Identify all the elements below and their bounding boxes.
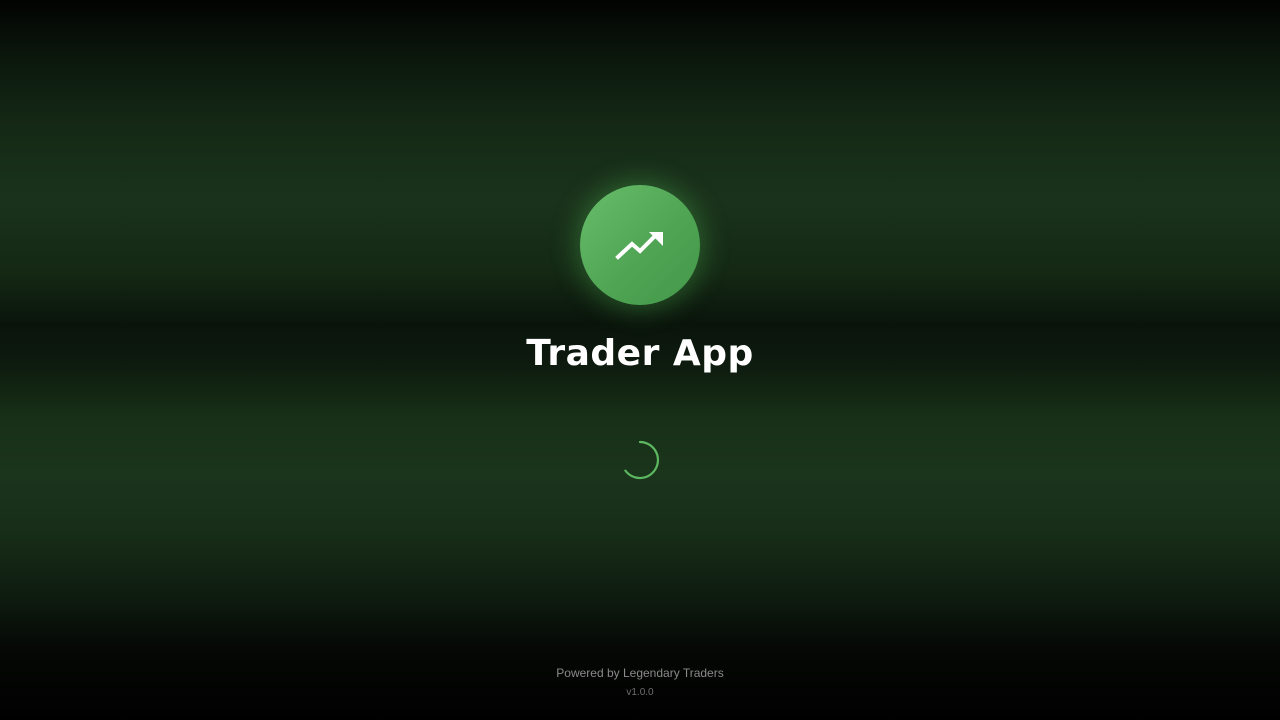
app-title: Trader App bbox=[526, 333, 754, 374]
app-logo bbox=[580, 185, 700, 305]
trending-up-icon bbox=[612, 217, 668, 273]
version-label: v1.0.0 bbox=[626, 687, 654, 698]
loading-spinner-icon bbox=[620, 440, 660, 480]
powered-by-text: Powered by Legendary Traders bbox=[556, 666, 724, 680]
splash-screen: Trader App Powered by Legendary Traders … bbox=[0, 0, 1280, 720]
